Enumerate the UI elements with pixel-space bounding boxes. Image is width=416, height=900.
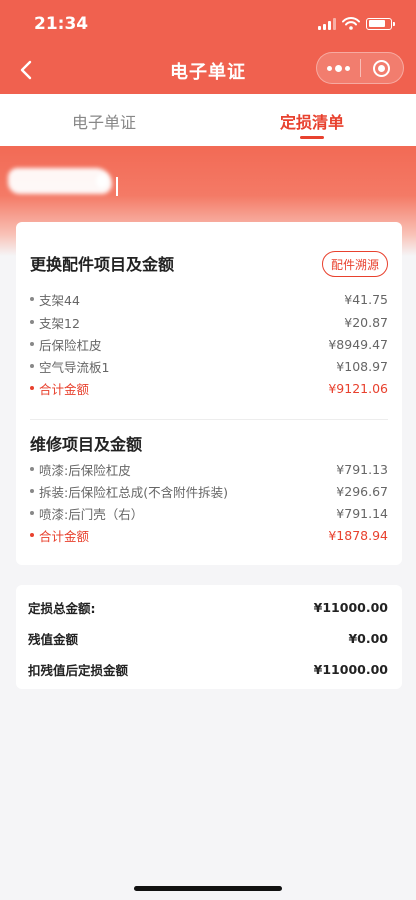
- item-amount: ¥791.13: [336, 461, 388, 477]
- home-indicator[interactable]: [134, 886, 282, 891]
- more-button[interactable]: [317, 53, 360, 83]
- parts-trace-button[interactable]: 配件溯源: [322, 251, 388, 277]
- total-label: 合计金额: [39, 381, 90, 397]
- summary-row-salvage: 残值金额 ¥0.00: [28, 628, 388, 648]
- plate-divider: [116, 177, 118, 196]
- list-item: 喷漆:后门壳（右） ¥791.14: [30, 503, 388, 523]
- nav-bar: 电子单证: [0, 46, 416, 94]
- signal-icon: [318, 17, 336, 30]
- item-amount: ¥296.67: [336, 483, 388, 499]
- tab-label: 定损清单: [279, 113, 344, 132]
- tab-label: 电子单证: [71, 113, 136, 132]
- close-mini-program-button[interactable]: [361, 53, 403, 83]
- bullet-icon: [30, 320, 34, 324]
- item-name: 喷漆:后门壳（右）: [39, 506, 144, 522]
- bullet-icon: [30, 386, 34, 390]
- wifi-icon: [342, 17, 360, 30]
- more-dots-icon: [327, 65, 332, 71]
- item-amount: ¥108.97: [336, 358, 388, 374]
- close-ring-icon: [373, 59, 391, 77]
- bullet-icon: [30, 342, 34, 346]
- repairs-total-row: 合计金额 ¥1878.94: [30, 525, 388, 545]
- bullet-icon: [30, 489, 34, 493]
- item-amount: ¥791.14: [336, 505, 388, 521]
- section-divider: [30, 419, 388, 420]
- repairs-section-title: 维修项目及金额: [30, 435, 143, 454]
- bullet-icon: [30, 364, 34, 368]
- item-amount: ¥8949.47: [328, 336, 388, 352]
- list-item: 空气导流板1 ¥108.97: [30, 356, 388, 376]
- summary-amount: ¥11000.00: [313, 661, 388, 677]
- page: 21:34 电子单证 电子单证 定损清单 更换配件项目及金额 配件溯源 支架44…: [0, 0, 416, 900]
- item-name: 支架12: [39, 315, 80, 331]
- bullet-icon: [30, 467, 34, 471]
- summary-row-total: 定损总金额: ¥11000.00: [28, 597, 388, 617]
- summary-label: 残值金额: [28, 631, 79, 647]
- mini-program-capsule: [316, 52, 404, 84]
- tab-bar: 电子单证 定损清单: [0, 94, 416, 146]
- list-item: 支架12 ¥20.87: [30, 312, 388, 332]
- summary-amount: ¥0.00: [348, 630, 388, 646]
- parts-section-title: 更换配件项目及金额: [30, 255, 175, 274]
- item-name: 支架44: [39, 292, 80, 308]
- battery-icon: [366, 17, 395, 30]
- summary-row-net: 扣残值后定损金额 ¥11000.00: [28, 659, 388, 679]
- total-label: 合计金额: [39, 528, 90, 544]
- item-amount: ¥41.75: [344, 291, 388, 307]
- item-name: 空气导流板1: [39, 359, 110, 375]
- summary-amount: ¥11000.00: [313, 599, 388, 615]
- bullet-icon: [30, 297, 34, 301]
- item-name: 喷漆:后保险杠皮: [39, 462, 131, 478]
- parts-total-row: 合计金额 ¥9121.06: [30, 378, 388, 398]
- list-item: 支架44 ¥41.75: [30, 289, 388, 309]
- status-time: 21:34: [34, 14, 89, 34]
- redacted-plate-part: [96, 174, 108, 188]
- total-amount: ¥1878.94: [328, 527, 388, 543]
- items-card: 更换配件项目及金额 配件溯源 支架44 ¥41.75 支架12 ¥20.87 后…: [16, 222, 402, 565]
- status-bar: 21:34: [0, 0, 416, 46]
- total-amount: ¥9121.06: [328, 380, 388, 396]
- item-name: 后保险杠皮: [39, 337, 102, 353]
- bullet-icon: [30, 533, 34, 537]
- bullet-icon: [30, 511, 34, 515]
- summary-label: 定损总金额:: [28, 600, 96, 616]
- status-icons: [318, 17, 395, 30]
- list-item: 后保险杠皮 ¥8949.47: [30, 334, 388, 354]
- tab-loss-list[interactable]: 定损清单: [208, 94, 416, 146]
- item-name: 拆装:后保险杠总成(不含附件拆装): [39, 484, 228, 500]
- summary-label: 扣残值后定损金额: [28, 662, 129, 678]
- tab-active-indicator: [300, 136, 324, 139]
- item-amount: ¥20.87: [344, 314, 388, 330]
- list-item: 喷漆:后保险杠皮 ¥791.13: [30, 459, 388, 479]
- list-item: 拆装:后保险杠总成(不含附件拆装) ¥296.67: [30, 481, 388, 501]
- tab-electronic-docs[interactable]: 电子单证: [0, 94, 208, 146]
- summary-card: 定损总金额: ¥11000.00 残值金额 ¥0.00 扣残值后定损金额 ¥11…: [16, 585, 402, 689]
